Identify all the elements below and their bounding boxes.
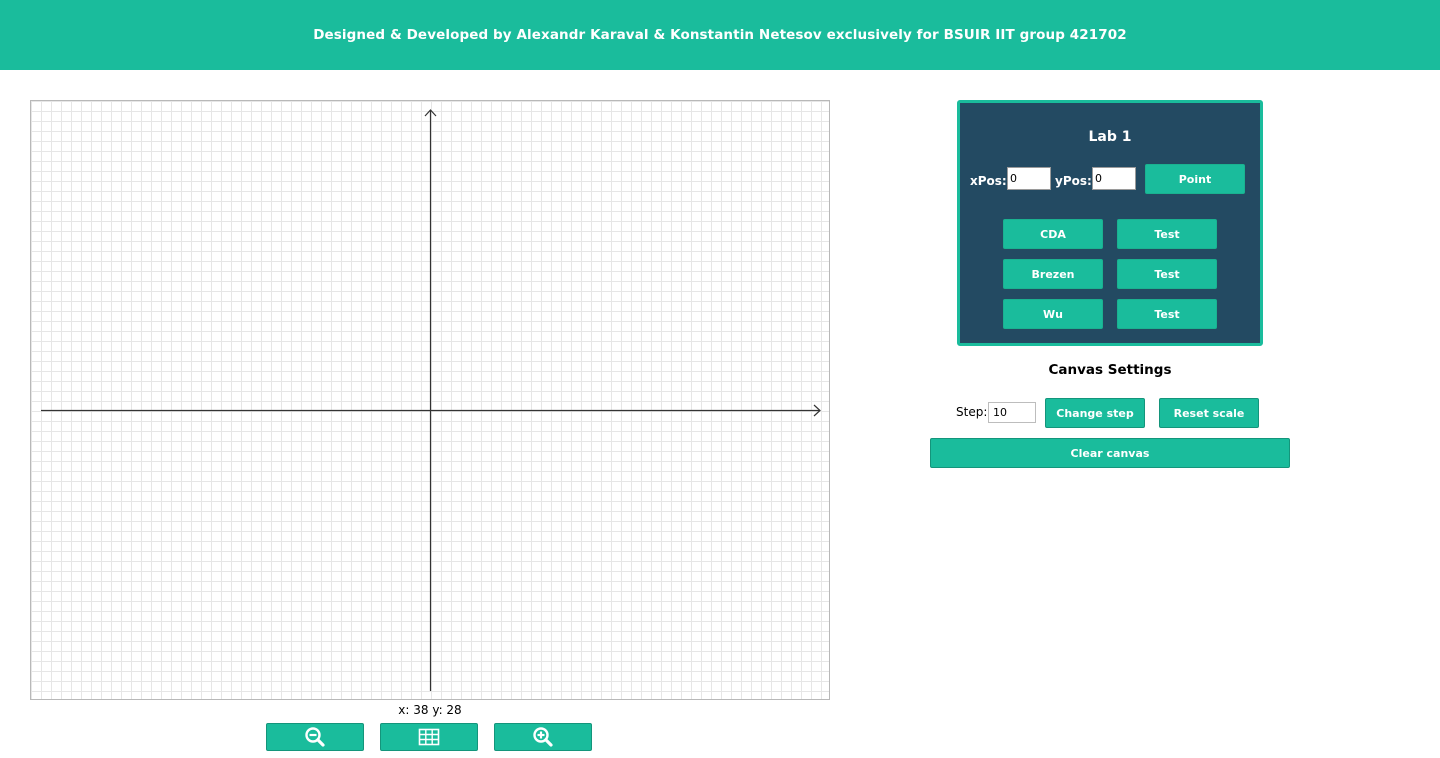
change-step-button[interactable]: Change step <box>1045 398 1145 428</box>
brezen-test-button[interactable]: Test <box>1117 259 1217 289</box>
wu-test-button[interactable]: Test <box>1117 299 1217 329</box>
zoom-in-icon <box>533 727 553 747</box>
cursor-coordinates: x: 38 y: 28 <box>398 703 462 717</box>
brezen-button[interactable]: Brezen <box>1003 259 1103 289</box>
clear-canvas-button[interactable]: Clear canvas <box>930 438 1290 468</box>
lab-panel: Lab 1 xPos: yPos: Point CDA Test Brezen … <box>957 100 1263 346</box>
zoom-in-button[interactable] <box>494 723 592 751</box>
toggle-grid-button[interactable] <box>380 723 478 751</box>
wu-button[interactable]: Wu <box>1003 299 1103 329</box>
cda-button[interactable]: CDA <box>1003 219 1103 249</box>
ypos-input[interactable] <box>1092 167 1136 190</box>
grid-icon <box>418 728 440 746</box>
drawing-canvas[interactable] <box>30 100 830 700</box>
zoom-out-icon <box>305 727 325 747</box>
xpos-label: xPos: <box>970 174 1007 188</box>
cda-test-button[interactable]: Test <box>1117 219 1217 249</box>
header-bar: Designed & Developed by Alexandr Karaval… <box>0 0 1440 70</box>
reset-scale-button[interactable]: Reset scale <box>1159 398 1259 428</box>
zoom-out-button[interactable] <box>266 723 364 751</box>
canvas-settings-title: Canvas Settings <box>1048 362 1172 378</box>
point-button[interactable]: Point <box>1145 164 1245 194</box>
panel-title: Lab 1 <box>1088 129 1132 145</box>
ypos-label: yPos: <box>1055 174 1092 188</box>
step-label: Step: <box>956 405 988 419</box>
header-title: Designed & Developed by Alexandr Karaval… <box>313 27 1127 43</box>
axes <box>41 109 821 691</box>
step-input[interactable] <box>988 402 1036 423</box>
xpos-input[interactable] <box>1007 167 1051 190</box>
